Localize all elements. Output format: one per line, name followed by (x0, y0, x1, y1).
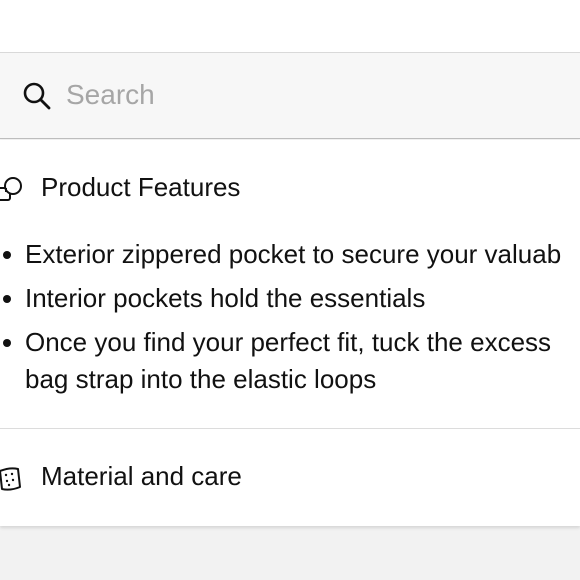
list-item: Interior pockets hold the essentials (0, 280, 580, 317)
list-item-text: Once you find your perfect fit, tuck the… (25, 327, 552, 394)
list-item: Exterior zippered pocket to secure your … (0, 236, 580, 273)
material-and-care-header[interactable]: Material and care (0, 459, 580, 499)
overlapping-shapes-icon (0, 174, 26, 206)
product-features-title: Product Features (41, 172, 241, 202)
bullet-dot (3, 251, 11, 259)
list-item: Once you find your perfect fit, tuck the… (0, 324, 580, 398)
top-band (0, 0, 580, 53)
list-item-text: Interior pockets hold the essentials (25, 283, 426, 313)
search-bar[interactable] (0, 53, 580, 139)
product-details-panel: Product Features Exterior zippered pocke… (0, 140, 580, 526)
product-features-header[interactable]: Product Features (0, 170, 580, 210)
material-and-care-title: Material and care (41, 461, 242, 491)
list-item-text: Exterior zippered pocket to secure your … (25, 239, 562, 269)
bullet-dot (3, 339, 11, 347)
bullet-dot (3, 295, 11, 303)
search-input[interactable] (66, 75, 566, 115)
divider (0, 428, 580, 429)
search-icon[interactable] (22, 81, 52, 111)
page: Product Features Exterior zippered pocke… (0, 0, 580, 580)
fabric-swatch-icon (0, 463, 26, 495)
features-list: Exterior zippered pocket to secure your … (0, 236, 580, 405)
